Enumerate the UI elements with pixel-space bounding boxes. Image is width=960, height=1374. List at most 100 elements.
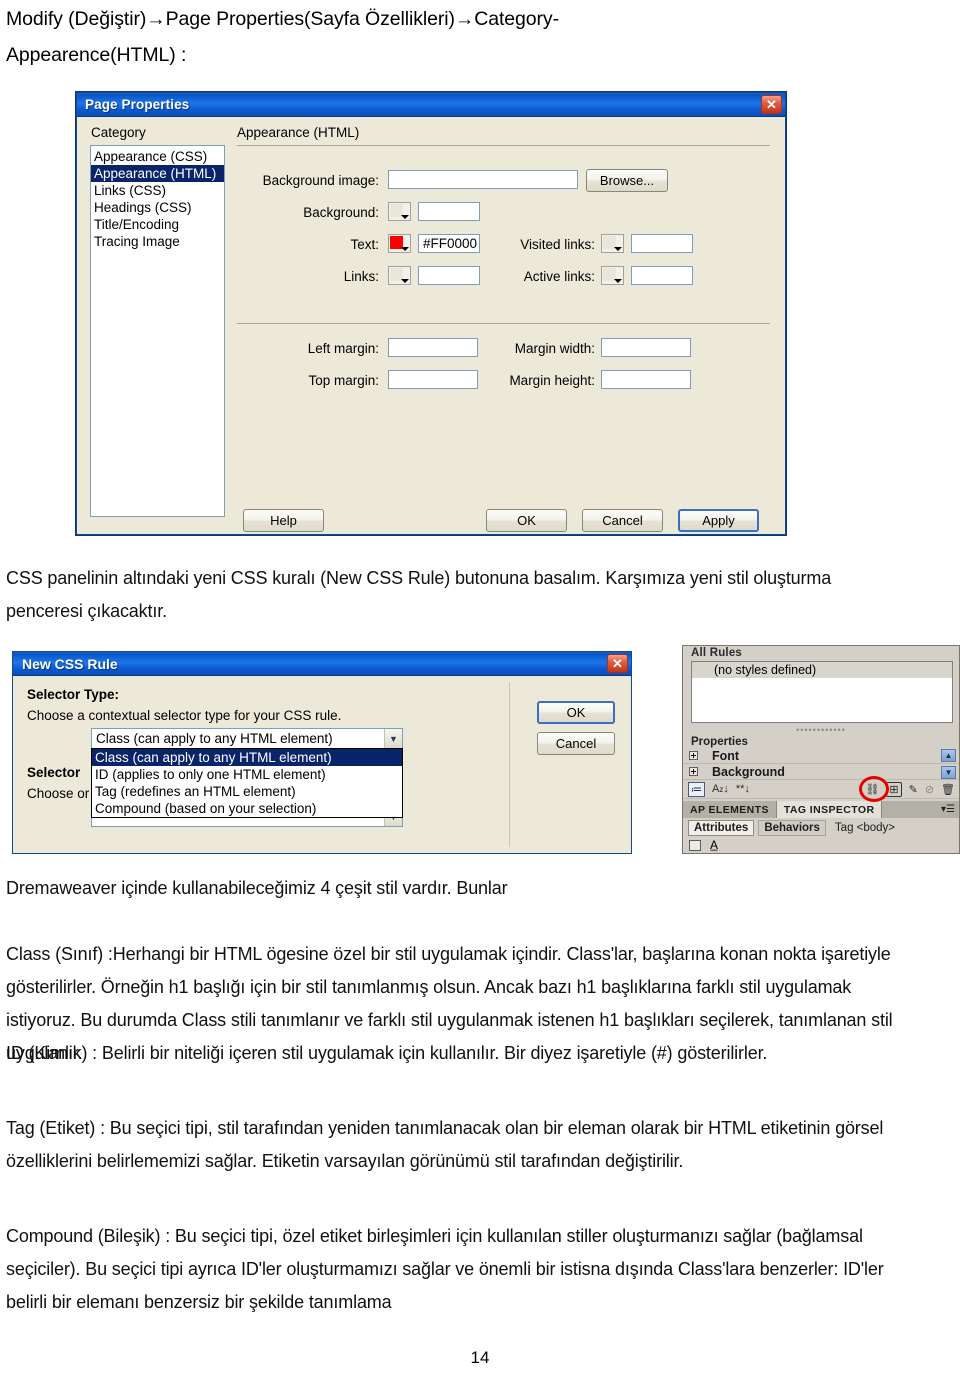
page-properties-title: Page Properties	[85, 97, 190, 112]
chevron-down-icon	[401, 215, 409, 219]
selector-name-label: Selector	[27, 765, 81, 780]
scroll-down-button[interactable]: ▼	[941, 766, 956, 779]
margin-width-label: Margin width:	[514, 341, 595, 356]
visited-links-color-picker-icon[interactable]	[601, 234, 624, 253]
text-color-label: Text:	[350, 237, 379, 252]
text-color-picker-icon[interactable]	[388, 234, 411, 253]
left-margin-input[interactable]	[388, 338, 478, 357]
background-color-input[interactable]	[418, 202, 480, 221]
margin-height-input[interactable]	[601, 370, 691, 389]
properties-header: Properties	[691, 736, 748, 748]
category-item-appearance-css[interactable]: Appearance (CSS)	[91, 148, 224, 165]
text-color-input[interactable]: #FF0000	[418, 234, 480, 253]
margin-height-label: Margin height:	[509, 373, 595, 388]
text-color-value: #FF0000	[423, 236, 478, 251]
show-category-view-icon[interactable]	[689, 839, 701, 851]
active-links-input[interactable]	[631, 266, 693, 285]
selector-type-select[interactable]: Class (can apply to any HTML element) ▼	[91, 728, 403, 749]
expand-plus-icon[interactable]	[689, 751, 698, 760]
category-list[interactable]: Appearance (CSS) Appearance (HTML) Links…	[90, 145, 225, 517]
selector-name-description: Choose or	[27, 786, 90, 801]
close-icon[interactable]: ✕	[607, 654, 628, 673]
property-row-font-label: Font	[712, 748, 740, 763]
chevron-down-icon	[614, 247, 622, 251]
close-icon[interactable]: ✕	[761, 95, 782, 114]
pane-title: Appearance (HTML)	[237, 125, 360, 140]
browse-button[interactable]: Browse...	[586, 169, 668, 192]
property-row-background[interactable]: Background	[683, 764, 959, 780]
chevron-down-icon[interactable]: ▼	[384, 729, 402, 748]
tab-tag-inspector[interactable]: TAG INSPECTOR	[776, 801, 883, 818]
subtab-attributes[interactable]: Attributes	[688, 819, 755, 836]
all-rules-list[interactable]: (no styles defined)	[691, 661, 953, 723]
ok-button[interactable]: OK	[486, 509, 567, 532]
new-css-rule-ok-button[interactable]: OK	[537, 701, 615, 724]
selector-type-description: Choose a contextual selector type for yo…	[27, 708, 342, 723]
margin-width-input[interactable]	[601, 338, 691, 357]
show-list-view-icon[interactable]: A̲	[710, 838, 718, 852]
apply-button-label: Apply	[702, 513, 735, 528]
help-button[interactable]: Help	[243, 509, 324, 532]
category-item-links-css[interactable]: Links (CSS)	[91, 182, 224, 199]
category-item-tracing-image[interactable]: Tracing Image	[91, 233, 224, 250]
page-properties-body: Category Appearance (CSS) Appearance (HT…	[77, 117, 785, 534]
top-margin-input[interactable]	[388, 370, 478, 389]
panel-resize-grip[interactable]: ••••••••••••	[683, 726, 959, 735]
tag-inspector-subtabs: Attributes Behaviors Tag <body>	[683, 818, 959, 837]
apply-button[interactable]: Apply	[678, 509, 759, 532]
new-css-rule-ok-label: OK	[566, 705, 586, 720]
new-css-rule-body: Selector Type: Choose a contextual selec…	[13, 676, 631, 853]
dropdown-option-compound[interactable]: Compound (based on your selection)	[92, 800, 402, 817]
active-links-color-picker-icon[interactable]	[601, 266, 624, 285]
pane-divider-top	[237, 145, 770, 146]
alphabet-sort-icon[interactable]: Az ↓	[712, 783, 729, 795]
dropdown-option-class[interactable]: Class (can apply to any HTML element)	[92, 749, 402, 766]
active-links-label: Active links:	[523, 269, 595, 284]
category-item-title-encoding[interactable]: Title/Encoding	[91, 216, 224, 233]
tag-inspector-icon-row: A̲	[683, 837, 959, 853]
property-row-font[interactable]: Font	[683, 748, 959, 764]
selector-type-value: Class (can apply to any HTML element)	[96, 731, 333, 746]
new-css-rule-cancel-button[interactable]: Cancel	[537, 732, 615, 755]
all-rules-header: All Rules	[691, 647, 743, 659]
background-image-input[interactable]	[388, 170, 578, 189]
links-color-picker-icon[interactable]	[388, 266, 411, 285]
chevron-down-icon	[401, 247, 409, 251]
disable-icon[interactable]: ⊘	[925, 783, 934, 796]
tab-ap-elements[interactable]: AP ELEMENTS	[683, 801, 777, 818]
paragraph-2: Dremaweaver içinde kullanabileceğimiz 4 …	[6, 878, 508, 898]
trash-icon[interactable]: 🗑	[941, 783, 955, 796]
doc-heading-line-1: Modify (Değiştir)→Page Properties(Sayfa …	[6, 8, 559, 30]
css-styles-panel: All Rules (no styles defined) ••••••••••…	[682, 645, 960, 854]
category-view-icon[interactable]: ≔	[688, 781, 705, 797]
links-color-input[interactable]	[418, 266, 480, 285]
cancel-button[interactable]: Cancel	[582, 509, 663, 532]
expand-plus-icon[interactable]	[689, 767, 698, 776]
chevron-down-icon	[614, 279, 622, 283]
panel-menu-icon[interactable]: ▾☰	[937, 801, 959, 818]
tag-label: Tag <body>	[834, 821, 896, 834]
background-color-picker-icon[interactable]	[388, 202, 411, 221]
visited-links-label: Visited links:	[520, 237, 595, 252]
link-icon[interactable]: ⛓	[865, 783, 879, 796]
no-styles-defined-row[interactable]: (no styles defined)	[692, 662, 952, 678]
selector-type-label: Selector Type:	[27, 687, 120, 702]
paragraph-6: Compound (Bileşik) : Bu seçici tipi, öze…	[6, 1226, 884, 1312]
left-margin-label: Left margin:	[307, 341, 379, 356]
visited-links-input[interactable]	[631, 234, 693, 253]
set-properties-icon[interactable]: ** ↓	[736, 783, 750, 795]
selector-type-dropdown-list[interactable]: Class (can apply to any HTML element) ID…	[91, 748, 403, 818]
pencil-icon[interactable]: ✎	[909, 783, 918, 796]
subtab-behaviors[interactable]: Behaviors	[758, 819, 826, 836]
dropdown-option-id[interactable]: ID (applies to only one HTML element)	[92, 766, 402, 783]
help-button-label: Help	[270, 513, 297, 528]
category-item-headings-css[interactable]: Headings (CSS)	[91, 199, 224, 216]
new-css-rule-icon[interactable]: ⊞	[886, 781, 902, 797]
category-item-appearance-html[interactable]: Appearance (HTML)	[91, 165, 224, 182]
scroll-up-button[interactable]: ▲	[941, 749, 956, 762]
tab-spacer	[882, 801, 937, 818]
new-css-rule-title: New CSS Rule	[22, 655, 118, 672]
cancel-button-label: Cancel	[602, 513, 643, 528]
dropdown-option-tag[interactable]: Tag (redefines an HTML element)	[92, 783, 402, 800]
panel-tab-row: AP ELEMENTS TAG INSPECTOR ▾☰	[683, 801, 959, 818]
